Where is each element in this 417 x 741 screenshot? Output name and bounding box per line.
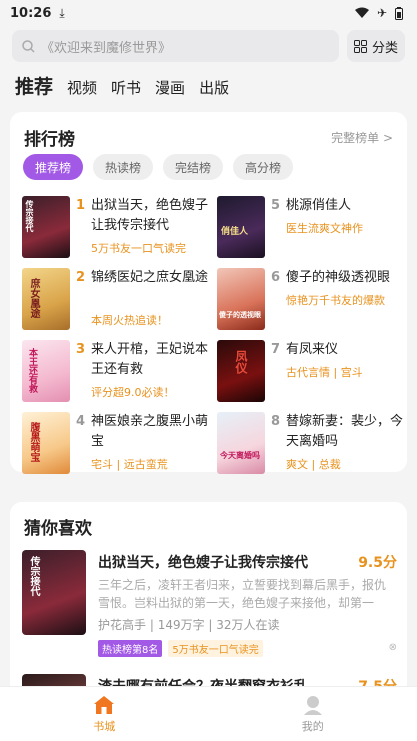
rank-badge: 热读榜第8名 bbox=[98, 640, 163, 657]
tab-comic[interactable]: 漫画 bbox=[155, 77, 185, 98]
rank-number: 3 bbox=[76, 342, 86, 357]
ranking-pills: 推荐榜 热读榜 完结榜 高分榜 bbox=[23, 154, 293, 180]
search-icon bbox=[22, 39, 35, 53]
nav-profile-label: 我的 bbox=[301, 719, 324, 733]
bottom-nav: 书城 我的 bbox=[0, 686, 417, 741]
book-cover: 庶女凰途 bbox=[22, 268, 70, 330]
book-tagline: 本周火热追读！ bbox=[91, 314, 168, 327]
ranking-card: 排行榜 完整榜单 > 推荐榜 热读榜 完结榜 高分榜 传宗接代 1 出狱当天，绝… bbox=[10, 112, 407, 474]
cover-title: 庶女凰途 bbox=[28, 278, 39, 318]
rank-number: 2 bbox=[76, 270, 86, 285]
book-tagline: 评分超9.0必读！ bbox=[91, 386, 175, 399]
ranking-item[interactable]: 傻子的透视眼 6 傻子的神级透视眼 惊艳万千书友的爆款 bbox=[217, 268, 407, 330]
book-description: 三年之后，凌轩王者归来，立誓要找到幕后黑手，报仇雪恨。岂料出狱的第一天，绝色嫂子… bbox=[98, 578, 387, 610]
rank-number: 4 bbox=[76, 414, 86, 429]
top-tabs: 推荐 视频 听书 漫画 出版 bbox=[15, 72, 229, 99]
book-words: 149万字 bbox=[157, 618, 205, 632]
rank-number: 5 bbox=[271, 198, 281, 213]
user-icon bbox=[303, 695, 322, 715]
ranking-title: 排行榜 bbox=[24, 130, 75, 150]
book-cover: 传宗接代 bbox=[22, 196, 70, 258]
book-cover: 腹黑萌宝 bbox=[22, 412, 70, 474]
cover-title: 今天离婚吗 bbox=[220, 451, 260, 460]
book-title: 神医娘亲之腹黑小萌宝 bbox=[91, 414, 209, 449]
download-icon: ⤓ bbox=[59, 5, 65, 20]
pill-high-score[interactable]: 高分榜 bbox=[233, 154, 293, 180]
book-title: 傻子的神级透视眼 bbox=[286, 270, 391, 285]
status-bar: 10:26 ⤓ ✈ bbox=[0, 0, 417, 26]
tag-badge: 5万书友一口气读完 bbox=[168, 640, 263, 657]
nav-bookstore[interactable]: 书城 bbox=[0, 687, 209, 741]
rank-number: 1 bbox=[76, 198, 86, 213]
book-cover: 俏佳人 bbox=[217, 196, 265, 258]
tab-recommend[interactable]: 推荐 bbox=[15, 72, 53, 99]
book-tagline: 惊艳万千书友的爆款 bbox=[286, 294, 385, 307]
cover-title: 傻子的透视眼 bbox=[219, 311, 261, 319]
tab-audiobook[interactable]: 听书 bbox=[111, 77, 141, 98]
pill-hot[interactable]: 热读榜 bbox=[93, 154, 153, 180]
nav-profile[interactable]: 我的 bbox=[209, 687, 417, 741]
battery-icon bbox=[395, 6, 403, 20]
dismiss-icon[interactable]: ⊗ bbox=[389, 642, 397, 653]
ranking-item[interactable]: 今天离婚吗 8 替嫁新妻：裴少，今天离婚吗 爽文 | 总裁 bbox=[217, 412, 407, 474]
category-button[interactable]: 分类 bbox=[347, 30, 405, 62]
ranking-item[interactable]: 传宗接代 1 出狱当天，绝色嫂子让我传宗接代 5万书友一口气读完 bbox=[22, 196, 212, 258]
pill-finished[interactable]: 完结榜 bbox=[163, 154, 223, 180]
tab-publish[interactable]: 出版 bbox=[199, 77, 229, 98]
cover-title: 本王还有救 bbox=[27, 348, 37, 393]
home-icon bbox=[94, 695, 115, 714]
ranking-item[interactable]: 俏佳人 5 桃源俏佳人 医生流爽文神作 bbox=[217, 196, 407, 258]
rank-number: 8 bbox=[271, 414, 281, 429]
book-author: 护花高手 bbox=[98, 618, 147, 632]
book-badges: 热读榜第8名 5万书友一口气读完 bbox=[98, 640, 263, 657]
ranking-item[interactable]: 本王还有救 3 来人开棺，王妃说本王还有救 评分超9.0必读！ bbox=[22, 340, 212, 402]
book-cover: 本王还有救 bbox=[22, 340, 70, 402]
book-tagline: 爽文 | 总裁 bbox=[286, 458, 341, 471]
book-tagline: 5万书友一口气读完 bbox=[91, 242, 186, 255]
ranking-item[interactable]: 腹黑萌宝 4 神医娘亲之腹黑小萌宝 宅斗 | 远古蛮荒 bbox=[22, 412, 212, 474]
book-title: 桃源俏佳人 bbox=[286, 198, 352, 213]
cover-title: 传宗接代 bbox=[28, 556, 39, 596]
book-title: 出狱当天，绝色嫂子让我传宗接代 bbox=[91, 198, 209, 233]
book-tagline: 古代言情 | 宫斗 bbox=[286, 366, 363, 379]
airplane-icon: ✈ bbox=[376, 6, 387, 20]
book-tagline: 医生流爽文神作 bbox=[286, 222, 363, 235]
book-title: 锦绣医妃之庶女凰途 bbox=[91, 270, 209, 285]
book-tagline: 宅斗 | 远古蛮荒 bbox=[91, 458, 168, 471]
book-meta: 护花高手 | 149万字 | 32万人在读 bbox=[98, 618, 280, 632]
cover-title: 传宗接代 bbox=[25, 200, 34, 232]
book-cover: 今天离婚吗 bbox=[217, 412, 265, 474]
search-input[interactable]: 《欢迎来到魔修世界》 bbox=[12, 30, 339, 62]
book-title: 来人开棺，王妃说本王还有救 bbox=[91, 342, 209, 377]
nav-bookstore-label: 书城 bbox=[93, 719, 116, 733]
status-time: 10:26 bbox=[10, 5, 52, 21]
book-title: 替嫁新妻：裴少，今天离婚吗 bbox=[286, 414, 404, 449]
search-row: 《欢迎来到魔修世界》 分类 bbox=[12, 30, 405, 62]
search-placeholder: 《欢迎来到魔修世界》 bbox=[41, 40, 172, 56]
book-title: 有凤来仪 bbox=[286, 342, 339, 357]
category-label: 分类 bbox=[371, 40, 398, 56]
pill-recommend[interactable]: 推荐榜 bbox=[23, 154, 83, 180]
cover-title: 腹黑萌宝 bbox=[28, 422, 39, 462]
rank-number: 7 bbox=[271, 342, 281, 357]
book-cover: 凤仪 bbox=[217, 340, 265, 402]
cover-title: 俏佳人 bbox=[221, 227, 249, 237]
ranking-item[interactable]: 庶女凰途 2 锦绣医妃之庶女凰途 本周火热追读！ bbox=[22, 268, 212, 330]
guess-title: 猜你喜欢 bbox=[24, 519, 92, 539]
book-cover: 传宗接代 bbox=[22, 550, 86, 635]
tab-video[interactable]: 视频 bbox=[67, 77, 97, 98]
grid-icon bbox=[353, 39, 367, 53]
cover-title: 凤仪 bbox=[234, 350, 248, 374]
guess-card: 猜你喜欢 传宗接代 出狱当天，绝色嫂子让我传宗接代 9.5分 三年之后，凌轩王者… bbox=[10, 502, 407, 702]
full-ranking-link[interactable]: 完整榜单 > bbox=[331, 129, 393, 146]
book-score: 9.5分 bbox=[358, 555, 397, 571]
rank-number: 6 bbox=[271, 270, 281, 285]
ranking-item[interactable]: 凤仪 7 有凤来仪 古代言情 | 宫斗 bbox=[217, 340, 407, 402]
book-title: 出狱当天，绝色嫂子让我传宗接代 bbox=[98, 555, 308, 571]
wifi-icon bbox=[354, 7, 369, 18]
book-readers: 32万人在读 bbox=[216, 618, 280, 632]
book-cover: 傻子的透视眼 bbox=[217, 268, 265, 330]
